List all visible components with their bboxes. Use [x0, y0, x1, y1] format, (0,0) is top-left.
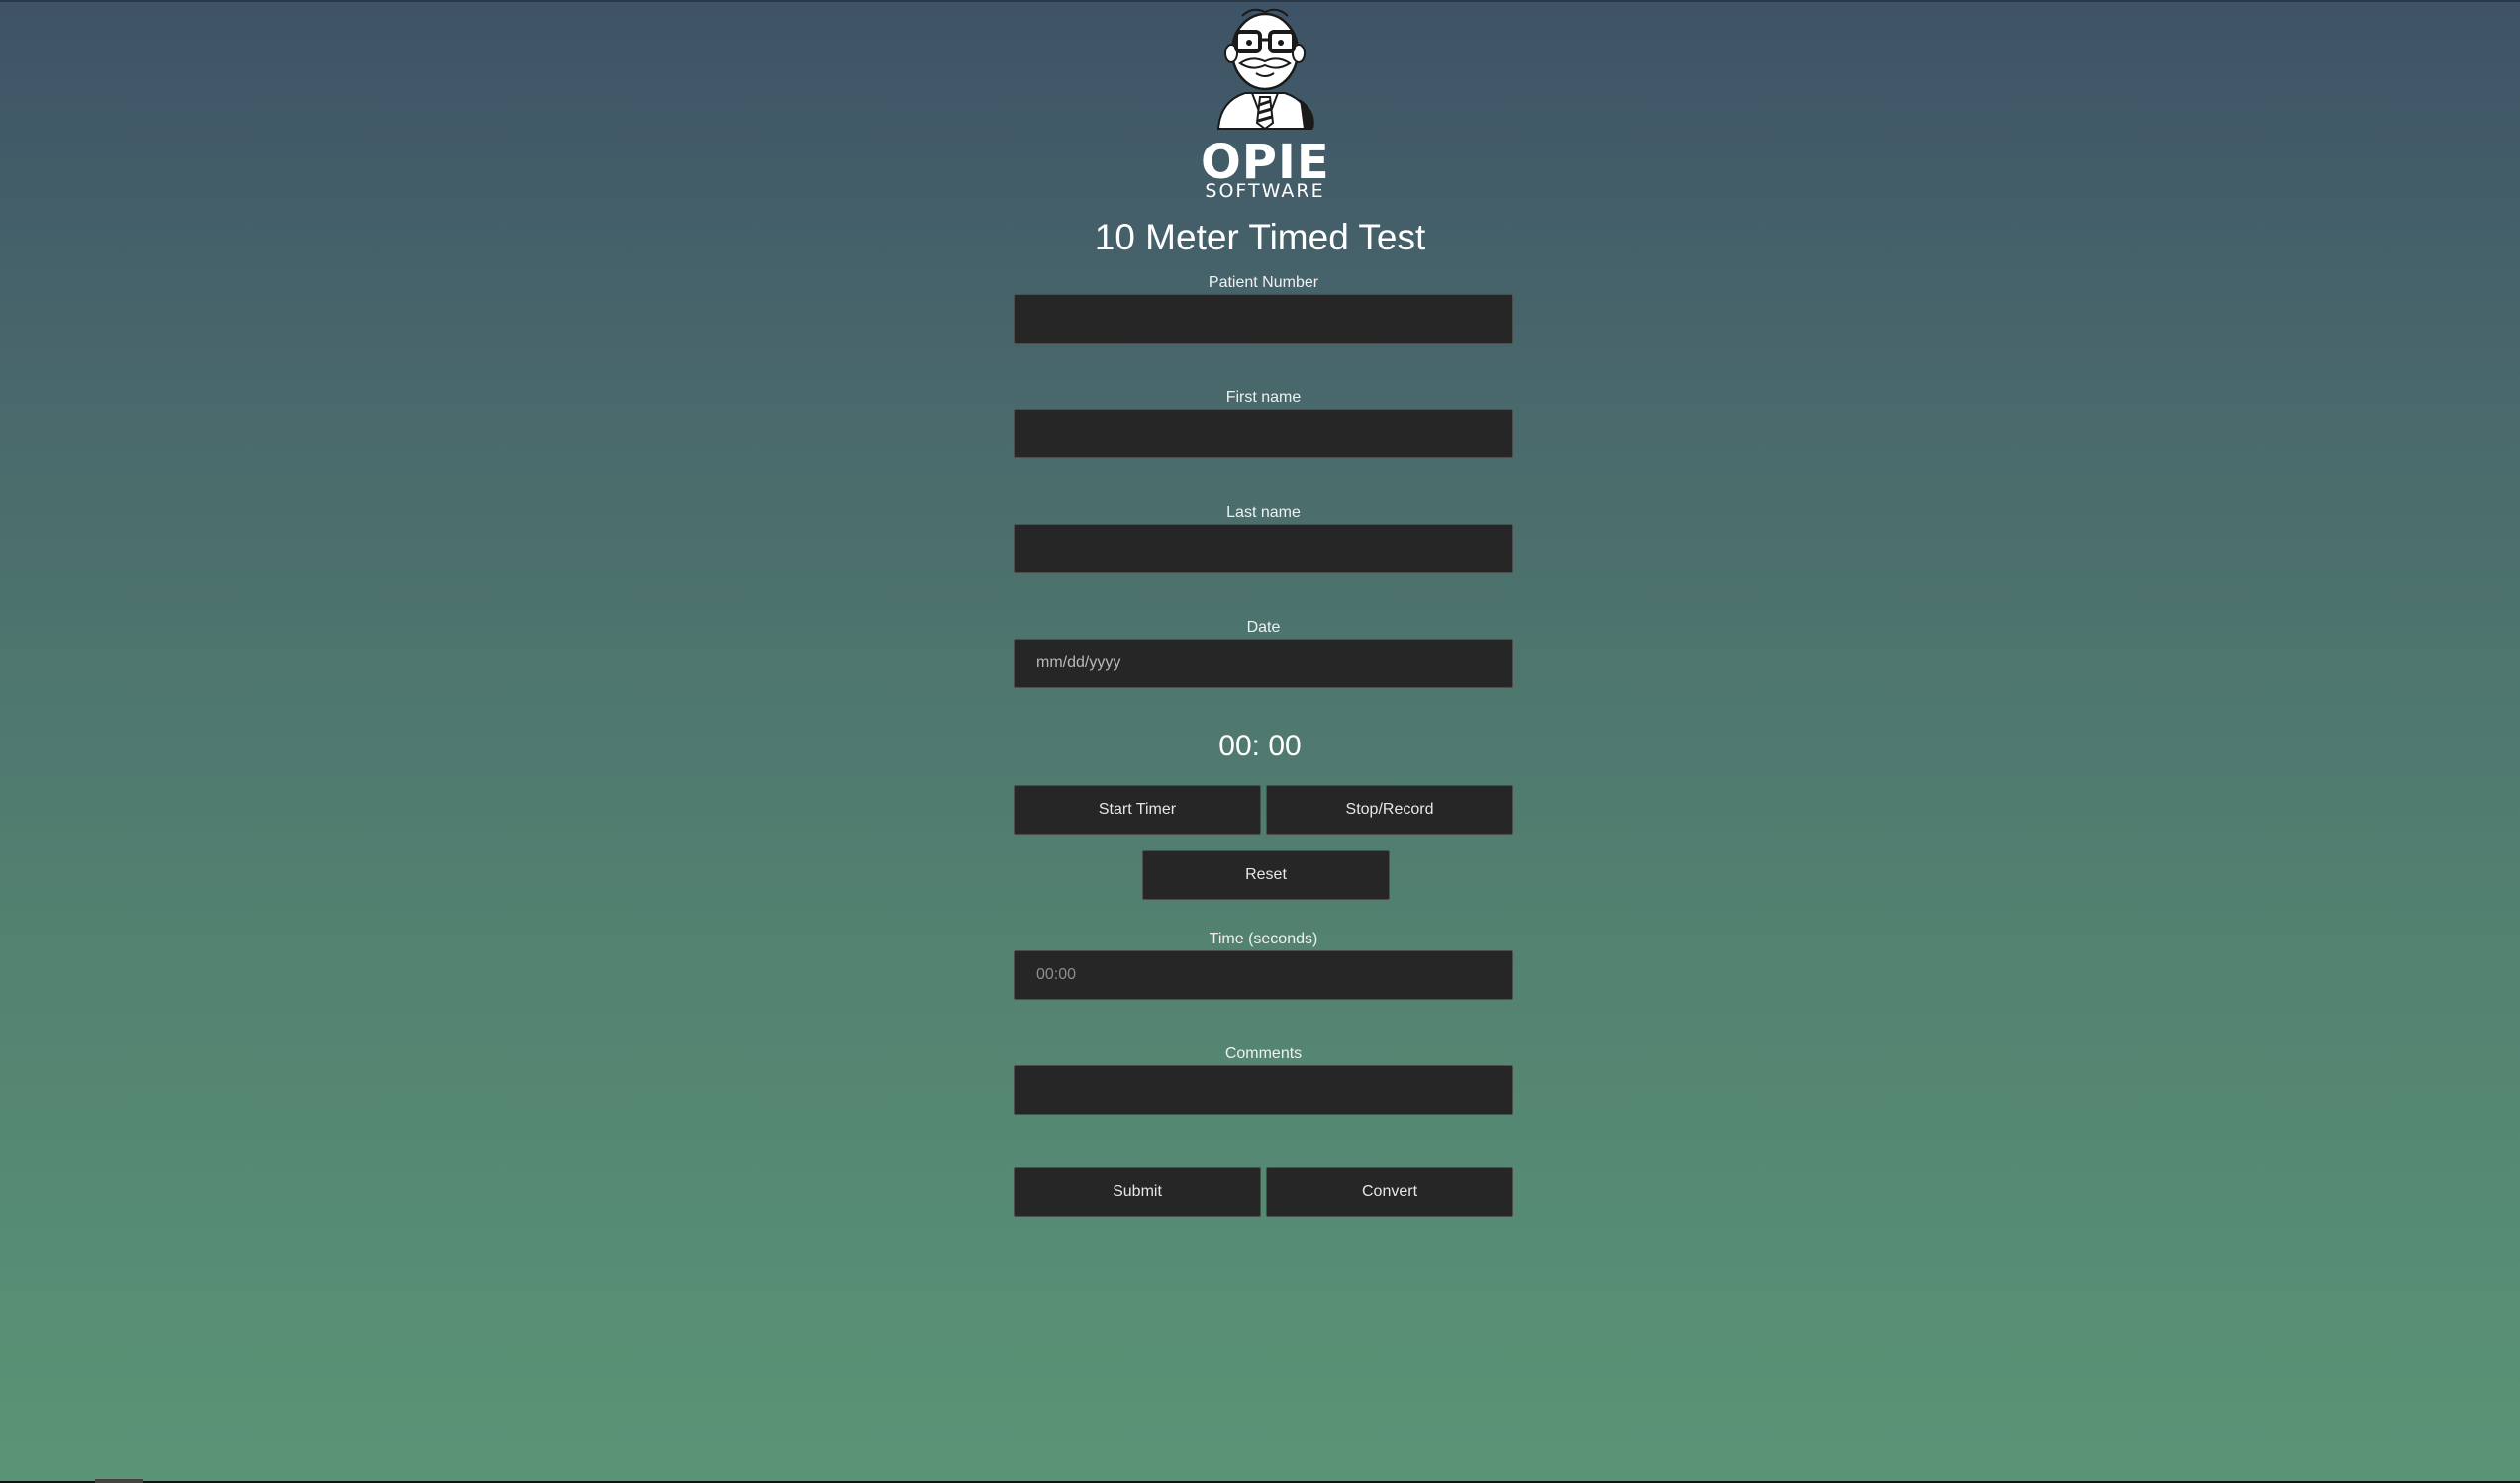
comments-input[interactable]: [1014, 1065, 1513, 1115]
last-name-label: Last name: [1226, 504, 1301, 521]
first-name-input[interactable]: [1014, 409, 1513, 458]
time-seconds-label: Time (seconds): [1209, 931, 1318, 947]
patient-number-label: Patient Number: [1208, 274, 1319, 291]
start-timer-button[interactable]: Start Timer: [1014, 785, 1261, 835]
reset-button[interactable]: Reset: [1142, 850, 1390, 900]
time-seconds-placeholder: 00:00: [1036, 966, 1077, 983]
convert-button[interactable]: Convert: [1266, 1167, 1513, 1217]
logo-subtitle: SOFTWARE: [1205, 180, 1325, 202]
comments-label: Comments: [1224, 1045, 1303, 1062]
date-label: Date: [1246, 619, 1281, 636]
date-placeholder: mm/dd/yyyy: [1036, 654, 1121, 671]
patient-number-input[interactable]: [1014, 294, 1513, 344]
horizontal-scrollbar[interactable]: [95, 1479, 143, 1483]
time-seconds-input[interactable]: 00:00: [1014, 950, 1513, 1000]
stop-record-button[interactable]: Stop/Record: [1266, 785, 1513, 835]
submit-button[interactable]: Submit: [1014, 1167, 1261, 1217]
logo-wordmark: OPIE: [1201, 135, 1330, 190]
timer-display: 00: 00: [1218, 730, 1302, 762]
last-name-input[interactable]: [1014, 524, 1513, 573]
date-input[interactable]: mm/dd/yyyy: [1014, 639, 1513, 688]
first-name-label: First name: [1225, 389, 1302, 406]
page-title: 10 Meter Timed Test: [1094, 217, 1426, 257]
